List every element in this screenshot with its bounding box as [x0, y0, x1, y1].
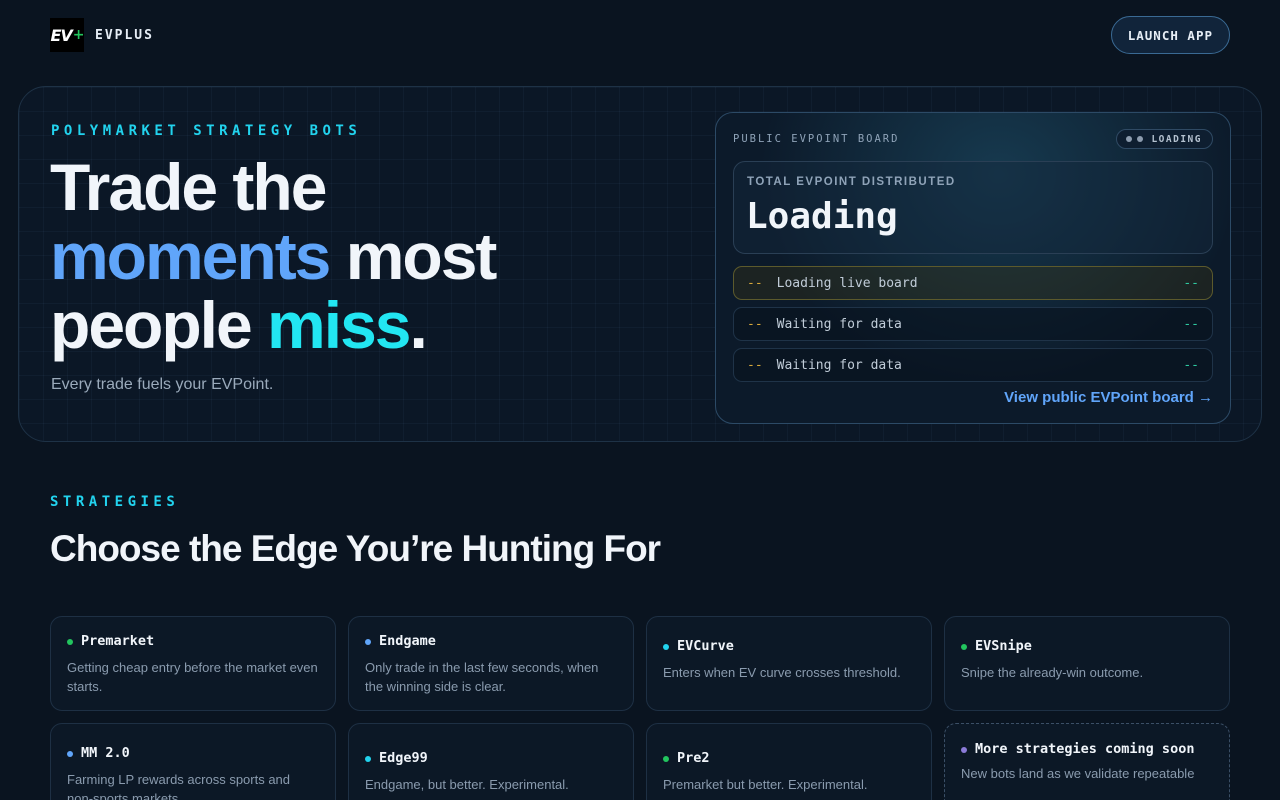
evpoint-board: PUBLIC EVPOINT BOARD LOADING TOTAL EVPOI…	[715, 112, 1231, 424]
row-value: --	[1183, 275, 1199, 291]
row-text: Loading live board	[776, 275, 918, 291]
row-text: Waiting for data	[776, 357, 902, 373]
status-dot-icon	[67, 751, 73, 757]
strategies-title: Choose the Edge You’re Hunting For	[50, 528, 661, 569]
brand[interactable]: EV + EVPLUS	[50, 18, 154, 52]
hero-section: POLYMARKET STRATEGY BOTS Trade the momen…	[18, 86, 1262, 442]
card-description: Endgame, but better. Experimental.	[365, 777, 569, 792]
strategy-card-coming-soon: More strategies coming soon New bots lan…	[944, 723, 1230, 800]
loading-dot-icon	[1137, 136, 1144, 142]
status-dot-icon	[663, 756, 669, 762]
row-value: --	[1183, 357, 1199, 373]
card-title: MM 2.0	[67, 745, 319, 762]
card-name: Pre2	[677, 750, 710, 766]
row-text: Waiting for data	[776, 316, 902, 332]
row-value: --	[1183, 316, 1199, 332]
hero-subtitle: Every trade fuels your EVPoint.	[51, 376, 274, 393]
status-dot-icon	[365, 756, 371, 762]
card-description: Getting cheap entry before the market ev…	[67, 660, 318, 694]
card-title: Pre2	[663, 750, 915, 767]
logo-plus: +	[72, 27, 85, 43]
headline-line3-start: people	[50, 288, 268, 362]
hero-eyebrow: POLYMARKET STRATEGY BOTS	[51, 123, 362, 139]
total-evpoint-box: TOTAL EVPOINT DISTRIBUTED Loading	[733, 161, 1213, 254]
loading-dot-icon	[1126, 136, 1133, 142]
strategy-card-premarket[interactable]: Premarket Getting cheap entry before the…	[50, 616, 336, 711]
status-badge: LOADING	[1116, 129, 1213, 149]
board-title: PUBLIC EVPOINT BOARD	[733, 133, 900, 145]
strategy-card-mm2[interactable]: MM 2.0 Farming LP rewards across sports …	[50, 723, 336, 800]
card-description: Enters when EV curve crosses threshold.	[663, 665, 901, 680]
top-nav: EV + EVPLUS LAUNCH APP	[50, 16, 1230, 54]
strategy-card-pre2[interactable]: Pre2 Premarket but better. Experimental.	[646, 723, 932, 800]
strategy-card-evcurve[interactable]: EVCurve Enters when EV curve crosses thr…	[646, 616, 932, 711]
card-name: Edge99	[379, 750, 428, 766]
board-row[interactable]: -- Waiting for data --	[733, 307, 1213, 341]
card-description: Premarket but better. Experimental.	[663, 777, 868, 792]
headline-period: .	[409, 288, 427, 362]
status-label: LOADING	[1151, 133, 1202, 145]
card-name: Premarket	[81, 633, 155, 649]
strategy-card-evsnipe[interactable]: EVSnipe Snipe the already-win outcome.	[944, 616, 1230, 711]
headline-line2-rest: most	[329, 219, 498, 293]
strategy-card-edge99[interactable]: Edge99 Endgame, but better. Experimental…	[348, 723, 634, 800]
card-description: Only trade in the last few seconds, when…	[365, 660, 599, 694]
board-row[interactable]: -- Waiting for data --	[733, 348, 1213, 382]
headline-accent-miss: miss	[267, 288, 411, 362]
status-dot-icon	[663, 644, 669, 650]
hero-headline: Trade the moments most people miss.	[50, 153, 690, 360]
launch-app-button[interactable]: LAUNCH APP	[1110, 16, 1230, 54]
card-title: EVCurve	[663, 638, 915, 655]
card-title: Endgame	[365, 633, 617, 650]
card-description: New bots land as we validate repeatable	[961, 766, 1195, 781]
row-rank: --	[747, 275, 763, 291]
card-title: EVSnipe	[961, 638, 1213, 655]
view-board-link[interactable]: View public EVPoint board →	[1004, 389, 1213, 406]
card-name: EVSnipe	[975, 638, 1032, 654]
headline-line1: Trade the	[50, 150, 327, 224]
total-label: TOTAL EVPOINT DISTRIBUTED	[747, 176, 956, 188]
strategies-eyebrow: STRATEGIES	[50, 494, 180, 510]
brand-name: EVPLUS	[95, 27, 154, 43]
row-rank: --	[747, 357, 763, 373]
card-title: Edge99	[365, 750, 617, 767]
card-title: Premarket	[67, 633, 319, 650]
status-dot-icon	[365, 639, 371, 645]
card-description: Farming LP rewards across sports and non…	[67, 772, 291, 800]
logo-text: EV	[50, 25, 72, 45]
status-dot-icon	[67, 639, 73, 645]
card-name: More strategies coming soon	[975, 741, 1195, 757]
card-name: Endgame	[379, 633, 436, 649]
evplus-logo: EV +	[50, 18, 84, 52]
status-dot-icon	[961, 644, 967, 650]
total-value: Loading	[746, 196, 898, 237]
headline-accent-moments: moments	[50, 219, 331, 293]
card-description: Snipe the already-win outcome.	[961, 665, 1144, 680]
card-name: MM 2.0	[81, 745, 130, 761]
card-name: EVCurve	[677, 638, 734, 654]
card-title: More strategies coming soon	[961, 741, 1213, 758]
board-row[interactable]: -- Loading live board --	[733, 266, 1213, 300]
status-dot-icon	[961, 747, 967, 753]
strategy-card-endgame[interactable]: Endgame Only trade in the last few secon…	[348, 616, 634, 711]
row-rank: --	[747, 316, 763, 332]
